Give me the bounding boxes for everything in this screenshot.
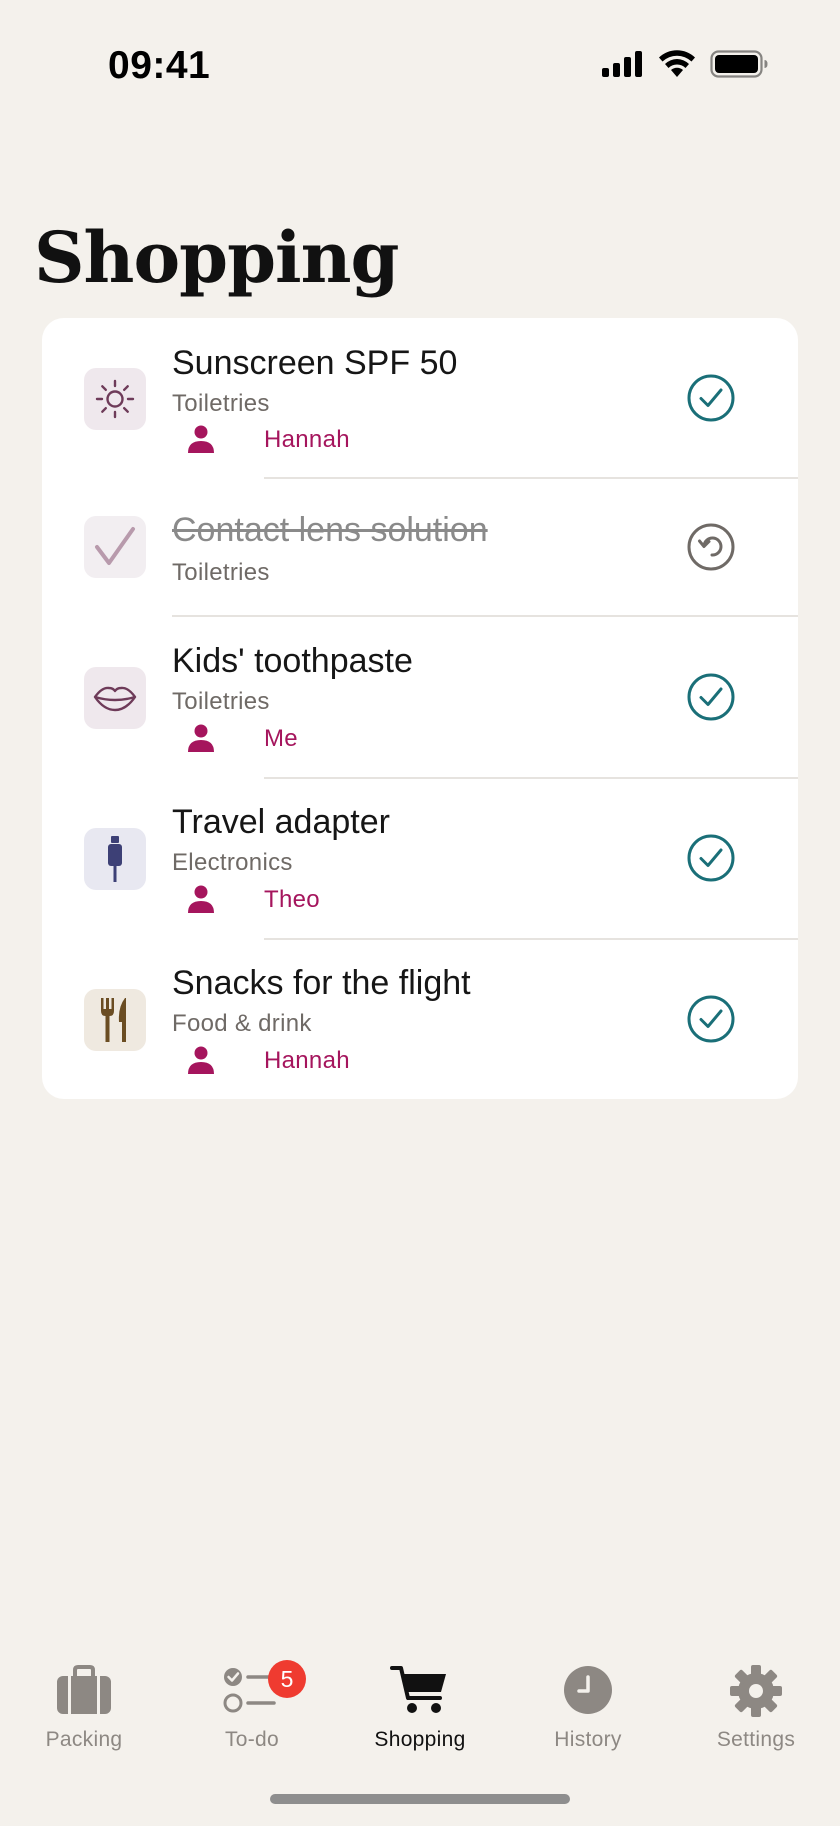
item-person: Theo xyxy=(264,886,320,913)
person-icon xyxy=(188,885,214,913)
item-person: Hannah xyxy=(264,1047,350,1074)
list-item[interactable]: Travel adapter Electronics Theo xyxy=(42,779,798,939)
cellular-signal-icon xyxy=(602,51,642,77)
tab-label: History xyxy=(554,1728,622,1751)
notification-badge: 5 xyxy=(268,1660,306,1698)
check-circle-icon[interactable] xyxy=(686,672,736,722)
tab-label: To-do xyxy=(224,1728,280,1751)
plug-icon xyxy=(84,828,146,890)
checkmark-icon xyxy=(84,516,146,578)
wifi-icon xyxy=(659,50,695,77)
list-item[interactable]: Snacks for the flight Food & drink Hanna… xyxy=(42,940,798,1099)
item-person: Me xyxy=(264,725,298,752)
suitcase-icon xyxy=(57,1665,111,1714)
lips-icon xyxy=(84,667,146,729)
list-item[interactable]: Kids' toothpaste Toiletries Me xyxy=(42,617,798,777)
item-title: Kids' toothpaste xyxy=(172,642,413,680)
fork-knife-icon xyxy=(84,989,146,1051)
person-icon xyxy=(188,1046,214,1074)
undo-circle-icon[interactable] xyxy=(686,522,736,572)
check-circle-icon[interactable] xyxy=(686,833,736,883)
battery-icon xyxy=(710,50,768,78)
tab-packing[interactable]: Packing xyxy=(0,1650,168,1760)
item-title: Snacks for the flight xyxy=(172,964,471,1002)
clock-icon xyxy=(564,1666,612,1714)
tab-shopping[interactable]: Shopping xyxy=(336,1650,504,1760)
person-icon xyxy=(188,425,214,453)
tab-label: Shopping xyxy=(374,1728,466,1751)
status-bar: 09:41 xyxy=(0,0,840,140)
list-item[interactable]: Contact lens solution Toiletries xyxy=(42,479,798,615)
tab-history[interactable]: History xyxy=(504,1650,672,1760)
item-title: Travel adapter xyxy=(172,803,390,841)
item-title: Contact lens solution xyxy=(172,511,488,549)
item-category: Toiletries xyxy=(172,688,270,715)
item-category: Electronics xyxy=(172,849,293,876)
home-indicator[interactable] xyxy=(270,1794,570,1804)
tab-label: Packing xyxy=(45,1728,123,1751)
item-title: Sunscreen SPF 50 xyxy=(172,344,458,382)
shopping-list: Sunscreen SPF 50 Toiletries Hannah Conta… xyxy=(42,318,798,1099)
cart-icon xyxy=(390,1666,446,1713)
tab-to-do[interactable]: 5 To-do xyxy=(168,1650,336,1760)
gear-icon xyxy=(730,1665,782,1717)
check-circle-icon[interactable] xyxy=(686,994,736,1044)
item-person: Hannah xyxy=(264,426,350,453)
page-title: Shopping xyxy=(34,216,399,299)
item-category: Toiletries xyxy=(172,559,270,586)
item-category: Food & drink xyxy=(172,1010,312,1037)
check-circle-icon[interactable] xyxy=(686,373,736,423)
person-icon xyxy=(188,724,214,752)
tab-label: Settings xyxy=(716,1728,796,1751)
status-icons xyxy=(602,50,768,78)
sun-icon xyxy=(84,368,146,430)
item-category: Toiletries xyxy=(172,390,270,417)
list-item[interactable]: Sunscreen SPF 50 Toiletries Hannah xyxy=(42,318,798,478)
tab-settings[interactable]: Settings xyxy=(672,1650,840,1760)
status-time: 09:41 xyxy=(108,44,211,87)
